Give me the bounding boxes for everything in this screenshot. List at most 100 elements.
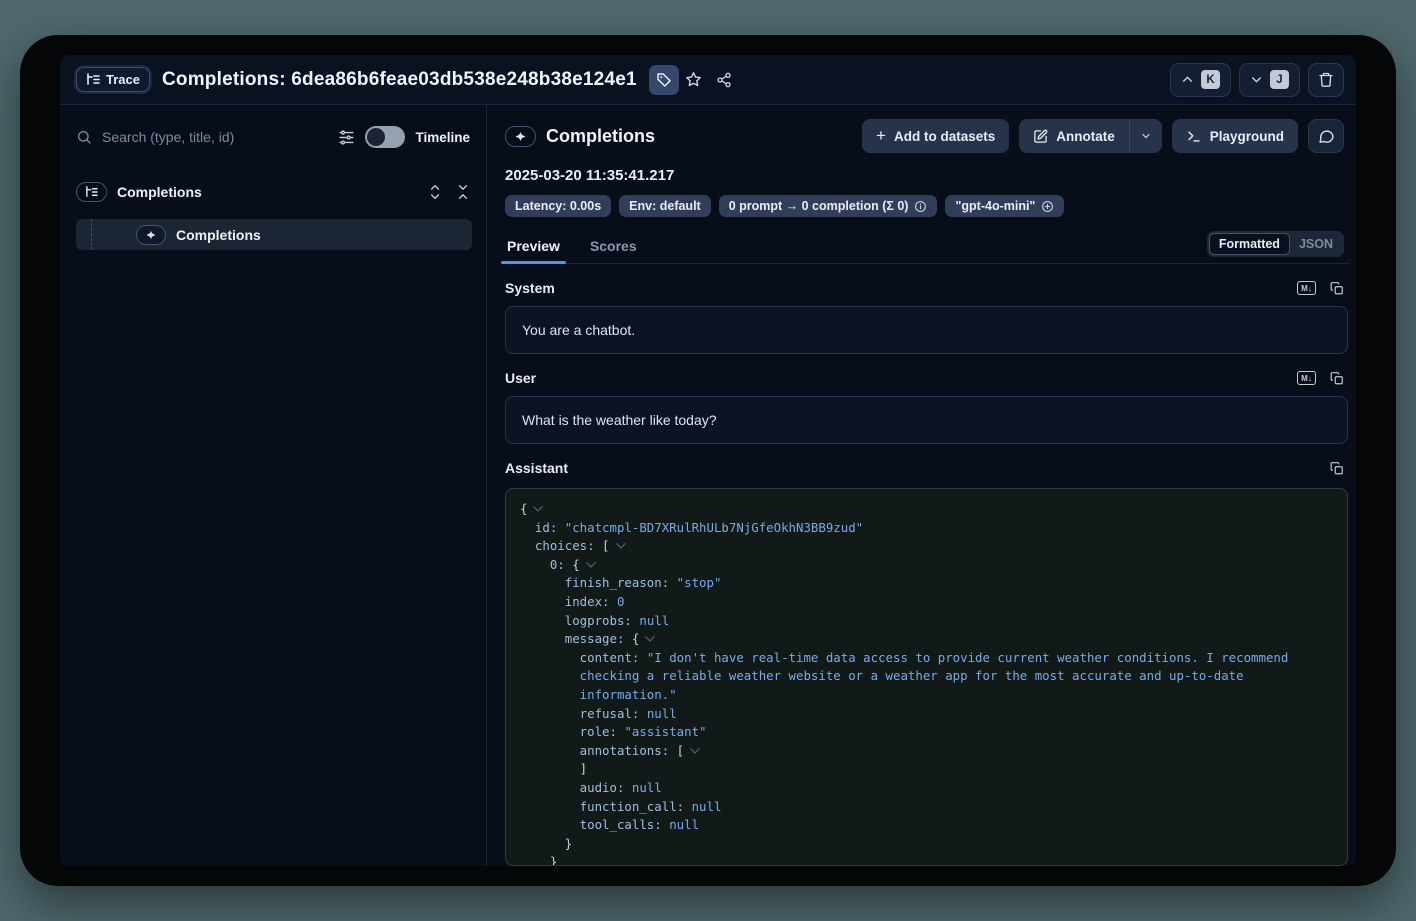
next-trace-button[interactable]: J (1239, 63, 1300, 97)
json-line: id: "chatcmpl-BD7XRulRhULb7NjGfeOkhN3BB9… (520, 519, 1333, 538)
model-badge[interactable]: "gpt-4o-mini" (945, 195, 1064, 217)
tree-item-completions-selected[interactable]: Completions (76, 219, 472, 250)
json-line: audio: null (520, 779, 1333, 798)
detail-tabs: Preview Scores Formatted JSON (505, 231, 1350, 264)
json-line: finish_reason: "stop" (520, 574, 1333, 593)
share-icon (716, 72, 732, 88)
shortcut-key-j: J (1270, 70, 1289, 89)
user-message-card: What is the weather like today? (505, 396, 1348, 444)
trace-header-bar: Trace Completions: 6dea86b6feae03db538e2… (60, 55, 1356, 105)
comment-bubble-icon (1318, 128, 1335, 145)
annotate-button[interactable]: Annotate (1019, 119, 1129, 153)
collapse-chevron-icon[interactable] (615, 539, 625, 549)
json-line: refusal: null (520, 705, 1333, 724)
trace-node-icon (76, 182, 107, 202)
trace-tree-icon (86, 73, 100, 86)
tree-child-label: Completions (176, 227, 261, 243)
json-line: role: "assistant" (520, 723, 1333, 742)
markdown-toggle-icon[interactable]: M↓ (1297, 371, 1316, 385)
json-line: ] (520, 760, 1333, 779)
add-to-datasets-button[interactable]: + Add to datasets (862, 119, 1009, 153)
annotate-label: Annotate (1056, 129, 1115, 144)
observation-tree: Completions (60, 177, 486, 250)
star-button[interactable] (679, 65, 709, 95)
search-icon (76, 129, 92, 145)
toggle-knob (367, 128, 385, 146)
system-label: System (505, 280, 555, 296)
trace-title: Completions: 6dea86b6feae03db538e248b38e… (162, 69, 637, 91)
circle-plus-icon (1041, 200, 1054, 213)
format-toggle-formatted[interactable]: Formatted (1209, 233, 1290, 255)
trace-badge-label: Trace (106, 72, 140, 87)
format-toggle-group: Formatted JSON (1207, 231, 1344, 257)
collapse-chevron-icon[interactable] (586, 558, 596, 568)
add-to-datasets-label: Add to datasets (894, 129, 995, 144)
tree-indent-guide (91, 219, 92, 250)
json-line: function_call: null (520, 798, 1333, 817)
observation-timestamp: 2025-03-20 11:35:41.217 (505, 167, 1350, 184)
trace-tree-sidebar: Search (type, title, id) Timeline (60, 105, 487, 866)
tag-icon (656, 72, 672, 88)
token-usage-badge[interactable]: 0 prompt → 0 completion (Σ 0) (719, 195, 938, 217)
json-line: index: 0 (520, 593, 1333, 612)
annotate-dropdown-button[interactable] (1129, 119, 1162, 153)
observation-title: Completions (546, 126, 655, 147)
user-section-header: User M↓ (505, 370, 1350, 386)
copy-icon[interactable] (1330, 371, 1344, 386)
json-line: content: "I don't have real-time data ac… (520, 649, 1333, 705)
latency-value: Latency: 0.00s (515, 199, 601, 213)
delete-trace-button[interactable] (1308, 63, 1344, 97)
playground-button[interactable]: Playground (1172, 119, 1298, 153)
observation-detail-panel: Completions + Add to datasets (487, 105, 1356, 866)
trash-icon (1318, 71, 1334, 88)
chevron-down-icon (1250, 73, 1263, 86)
format-toggle-json[interactable]: JSON (1290, 234, 1342, 254)
search-placeholder: Search (type, title, id) (102, 129, 234, 145)
tree-root-row[interactable]: Completions (60, 177, 486, 207)
json-line: message: { (520, 630, 1333, 649)
metrics-badge-row: Latency: 0.00s Env: default 0 prompt → 0… (505, 195, 1350, 217)
user-label: User (505, 370, 536, 386)
prev-trace-button[interactable]: K (1170, 63, 1231, 97)
generation-icon (136, 225, 166, 245)
token-usage-value: 0 prompt → 0 completion (Σ 0) (729, 199, 909, 213)
comments-button[interactable] (1308, 119, 1344, 153)
environment-value: Env: default (629, 199, 701, 213)
search-input[interactable]: Search (type, title, id) (76, 129, 328, 145)
environment-badge: Env: default (619, 195, 711, 217)
collapse-chevron-icon[interactable] (690, 743, 700, 753)
latency-badge: Latency: 0.00s (505, 195, 611, 217)
json-line: } (520, 835, 1333, 854)
collapse-all-icon[interactable] (456, 184, 470, 200)
json-line: { (520, 500, 1333, 519)
trace-detail-app: Trace Completions: 6dea86b6feae03db538e2… (60, 55, 1356, 866)
edit-icon (1033, 129, 1048, 144)
json-line: } (520, 853, 1333, 866)
timeline-toggle[interactable] (365, 126, 405, 148)
system-message-text: You are a chatbot. (522, 322, 635, 338)
chevron-up-icon (1181, 73, 1194, 86)
playground-label: Playground (1210, 129, 1284, 144)
json-line: tool_calls: null (520, 816, 1333, 835)
tree-filters-icon[interactable] (338, 129, 355, 146)
json-line: annotations: [ (520, 742, 1333, 761)
trace-type-badge: Trace (76, 67, 150, 92)
generation-icon (505, 126, 536, 147)
tab-preview[interactable]: Preview (505, 232, 562, 263)
star-icon (685, 71, 702, 88)
copy-icon[interactable] (1330, 281, 1344, 296)
markdown-toggle-icon[interactable]: M↓ (1297, 281, 1316, 295)
expand-all-icon[interactable] (428, 184, 442, 200)
collapse-chevron-icon[interactable] (533, 502, 543, 512)
share-button[interactable] (709, 65, 739, 95)
copy-icon[interactable] (1330, 461, 1344, 476)
user-message-text: What is the weather like today? (522, 412, 717, 428)
json-line: logprobs: null (520, 612, 1333, 631)
collapse-chevron-icon[interactable] (645, 632, 655, 642)
tab-scores[interactable]: Scores (588, 232, 639, 263)
model-value: "gpt-4o-mini" (955, 199, 1035, 213)
tag-button[interactable] (649, 65, 679, 95)
info-icon (914, 200, 927, 213)
assistant-json-viewer[interactable]: {id: "chatcmpl-BD7XRulRhULb7NjGfeOkhN3BB… (505, 488, 1348, 866)
assistant-label: Assistant (505, 460, 568, 476)
